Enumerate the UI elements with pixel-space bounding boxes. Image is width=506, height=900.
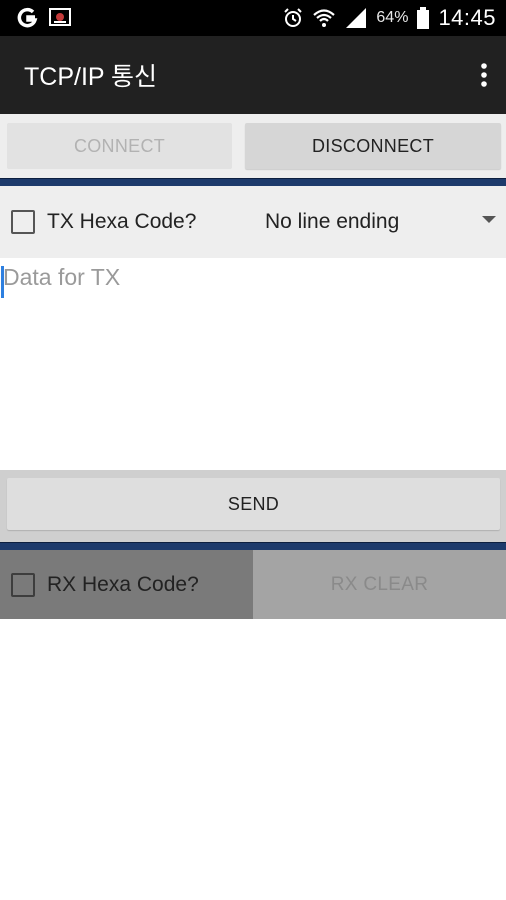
- line-ending-select[interactable]: No line ending: [265, 186, 506, 258]
- battery-icon: [417, 7, 430, 29]
- rx-clear-button[interactable]: RX CLEAR: [253, 550, 506, 619]
- tx-data-input[interactable]: Data for TX: [0, 258, 506, 470]
- screen-cast-icon: [49, 8, 71, 26]
- connect-button[interactable]: CONNECT: [7, 123, 232, 169]
- rx-options-row: RX Hexa Code? RX CLEAR: [0, 550, 506, 619]
- tx-hexa-label[interactable]: TX Hexa Code?: [47, 210, 196, 234]
- tx-options-row: TX Hexa Code? No line ending: [0, 186, 506, 258]
- action-bar: TCP/IP 통신: [0, 36, 506, 114]
- divider: [0, 542, 506, 550]
- dropdown-arrow-icon: [482, 216, 496, 223]
- divider: [0, 178, 506, 186]
- status-bar-notifications: [0, 7, 74, 29]
- app-logo-icon: [17, 7, 38, 28]
- rx-hexa-option: RX Hexa Code?: [0, 550, 253, 619]
- connection-buttons: CONNECT DISCONNECT: [0, 114, 506, 178]
- page-title: TCP/IP 통신: [24, 63, 158, 91]
- alarm-icon: [284, 8, 303, 27]
- rx-hexa-checkbox[interactable]: [11, 572, 35, 597]
- disconnect-button[interactable]: DISCONNECT: [245, 123, 501, 169]
- rx-output-area: [0, 619, 506, 900]
- tx-data-placeholder: Data for TX: [3, 264, 121, 290]
- battery-percent: 64%: [376, 9, 409, 26]
- status-bar-system: 64% 14:45: [282, 5, 506, 31]
- status-bar: 64% 14:45: [0, 0, 506, 36]
- wifi-icon: [313, 9, 336, 27]
- rx-hexa-label[interactable]: RX Hexa Code?: [47, 573, 199, 597]
- clock: 14:45: [438, 5, 496, 30]
- more-vert-icon: [481, 63, 487, 87]
- overflow-menu-button[interactable]: [462, 45, 506, 105]
- line-ending-value: No line ending: [265, 210, 400, 233]
- signal-icon: [346, 8, 367, 28]
- tx-hexa-checkbox[interactable]: [11, 210, 35, 234]
- send-button[interactable]: SEND: [7, 478, 500, 530]
- send-bar: SEND: [0, 470, 506, 542]
